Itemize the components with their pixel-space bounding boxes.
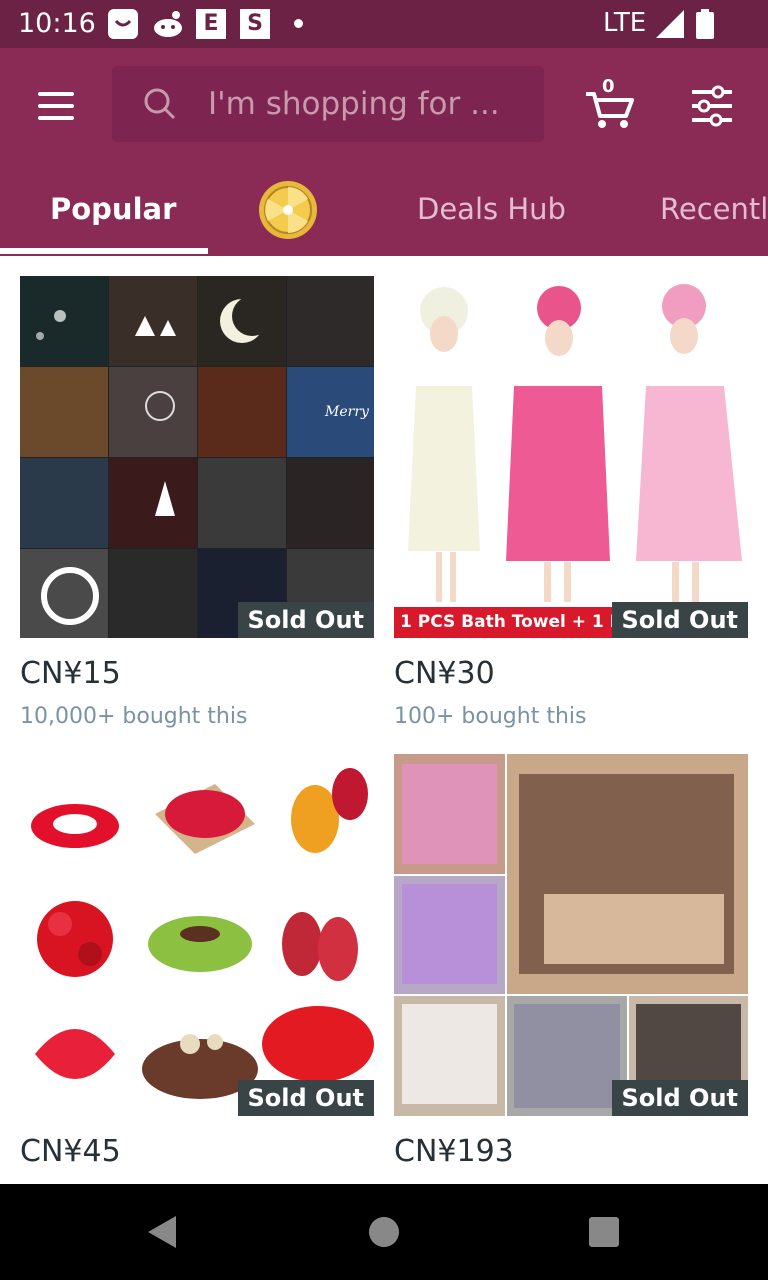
back-button[interactable] xyxy=(144,1214,180,1250)
tab-wheel[interactable] xyxy=(258,180,318,240)
product-price: CN¥193 xyxy=(394,1134,514,1169)
bath-towel-image xyxy=(394,284,742,638)
back-triangle-icon xyxy=(148,1216,176,1248)
search-placeholder: I'm shopping for ... xyxy=(208,86,500,122)
product-image[interactable]: Sold Out xyxy=(20,754,374,1116)
sold-out-badge: Sold Out xyxy=(611,602,748,638)
product-price: CN¥45 xyxy=(20,1134,121,1169)
sold-out-badge: Sold Out xyxy=(611,1080,748,1116)
product-image[interactable]: 1 PCS Bath Towel + 1 PCS Sold Out xyxy=(394,276,748,638)
status-bar: 10:16 E S LTE xyxy=(0,0,768,48)
filter-button[interactable] xyxy=(688,82,736,130)
status-time: 10:16 xyxy=(18,8,96,39)
home-button[interactable] xyxy=(369,1217,399,1247)
product-image[interactable]: Sold Out xyxy=(394,754,748,1116)
product-image[interactable]: Merry Sold Out xyxy=(20,276,374,638)
search-icon xyxy=(142,86,178,122)
product-bought-count: 10,000+ bought this xyxy=(20,704,248,729)
s-app-icon: S xyxy=(240,9,270,39)
cart-button[interactable]: 0 xyxy=(582,76,638,132)
etsy-icon: E xyxy=(196,9,226,39)
network-label: LTE xyxy=(603,8,647,38)
christmas-stickers-image: Merry xyxy=(20,276,374,638)
canopy-bed-image xyxy=(394,754,748,1116)
active-tab-indicator xyxy=(0,248,208,254)
signal-icon xyxy=(656,10,684,38)
reddit-icon xyxy=(152,9,184,39)
sliders-icon xyxy=(692,85,732,127)
battery-icon xyxy=(696,9,714,39)
tab-popular[interactable]: Popular xyxy=(50,192,176,226)
sold-out-badge: Sold Out xyxy=(237,1080,374,1116)
recents-button[interactable] xyxy=(589,1217,619,1247)
shopping-bag-icon xyxy=(108,9,138,39)
prize-wheel-icon xyxy=(259,181,317,239)
tab-deals-hub[interactable]: Deals Hub xyxy=(417,192,566,226)
dot-icon xyxy=(294,19,303,28)
tab-bar: Popular Deals Hub Recently xyxy=(0,176,768,256)
product-price: CN¥30 xyxy=(394,656,495,691)
menu-button[interactable] xyxy=(34,88,78,124)
app-header: I'm shopping for ... 0 Popular Deals Hub… xyxy=(0,48,768,256)
svg-text:Merry: Merry xyxy=(324,404,370,420)
system-nav-bar xyxy=(0,1184,768,1280)
sold-out-badge: Sold Out xyxy=(237,602,374,638)
cake-molds-image xyxy=(31,768,374,1099)
tab-recently[interactable]: Recently xyxy=(660,192,768,226)
product-bought-count: 100+ bought this xyxy=(394,704,587,729)
product-price: CN¥15 xyxy=(20,656,121,691)
search-bar[interactable]: I'm shopping for ... xyxy=(112,66,544,142)
cart-icon xyxy=(586,92,634,128)
image-caption: 1 PCS Bath Towel + 1 PCS xyxy=(400,612,648,632)
